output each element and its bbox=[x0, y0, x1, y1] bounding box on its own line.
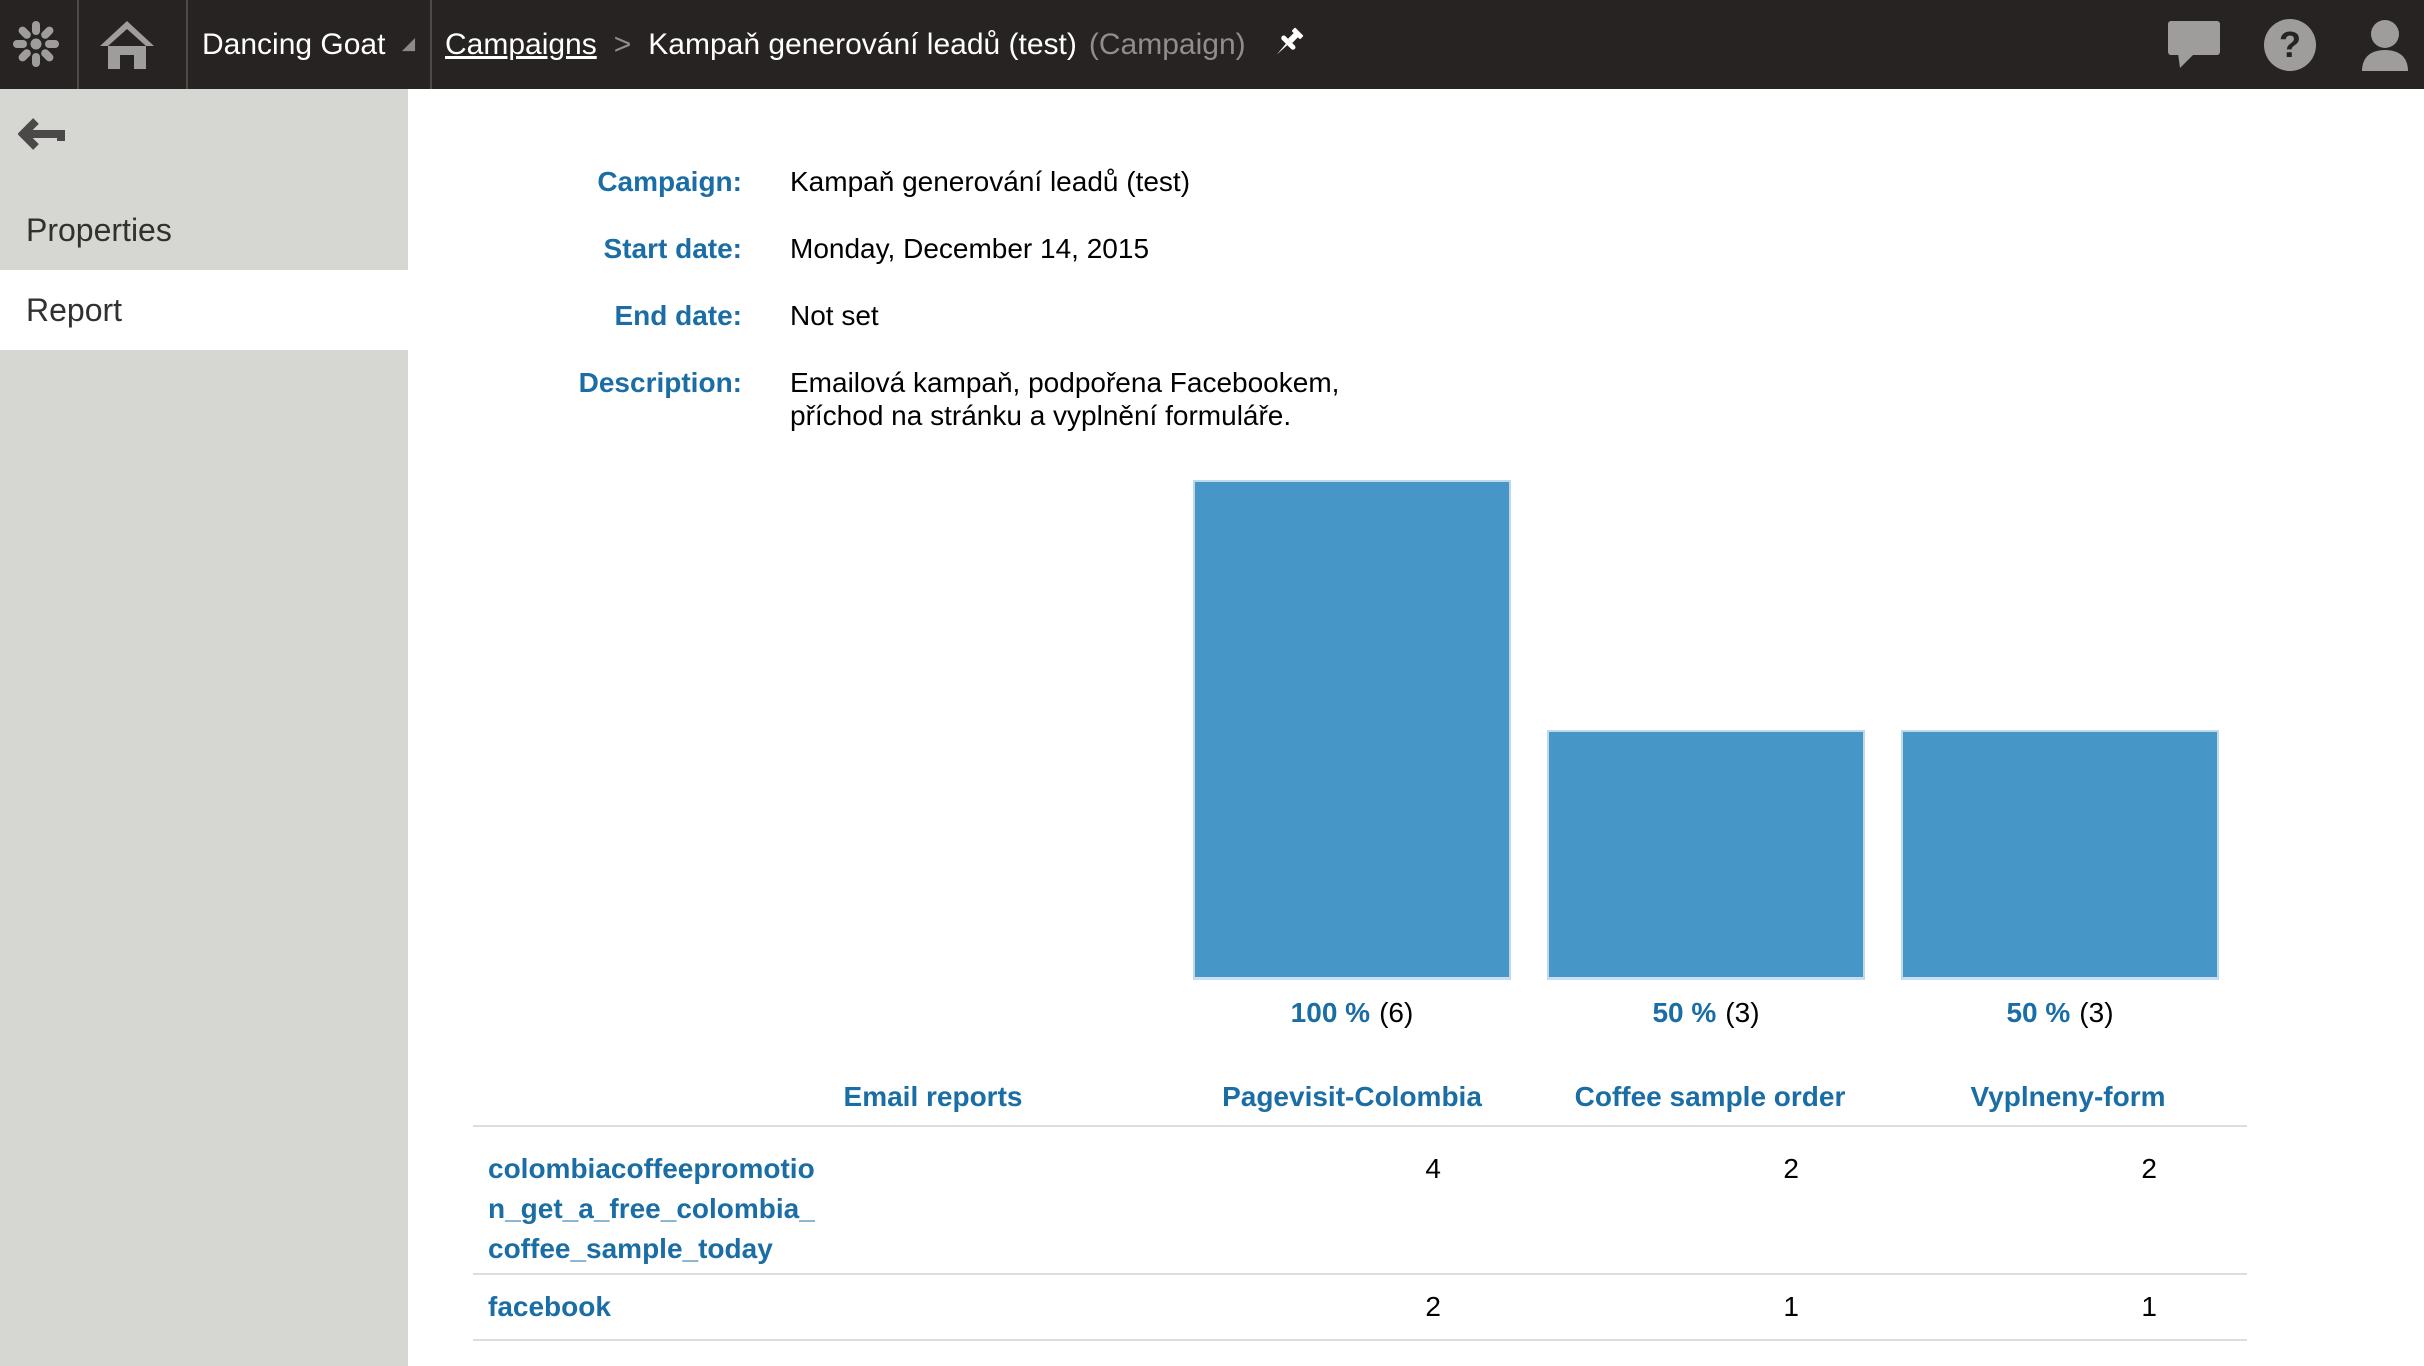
column-header-coffee-sample-order: Coffee sample order bbox=[1531, 1072, 1889, 1126]
bar-label: 50 % (3) bbox=[1547, 996, 1865, 1029]
sidebar-item-report[interactable]: Report bbox=[0, 270, 408, 350]
bar-coffee-sample-order bbox=[1547, 730, 1865, 980]
topbar-separator bbox=[430, 0, 432, 89]
report-link-facebook[interactable]: facebook bbox=[488, 1287, 822, 1327]
chart-column bbox=[1547, 480, 1865, 980]
bar-vyplneny-form bbox=[1901, 730, 2219, 980]
chart-labels-row: 100 % (6) 50 % (3) 50 % (3) bbox=[1193, 996, 2219, 1029]
chart-column bbox=[1901, 480, 2219, 980]
bar-count: (3) bbox=[2079, 997, 2113, 1028]
value-cell: 2 bbox=[1173, 1274, 1531, 1340]
field-value: Not set bbox=[790, 299, 879, 332]
top-bar: Dancing Goat Campaigns > Kampaň generová… bbox=[0, 0, 2424, 89]
field-label: Start date: bbox=[408, 232, 742, 265]
topbar-separator bbox=[77, 0, 79, 89]
help-icon[interactable]: ? bbox=[2264, 19, 2316, 71]
conversion-bar-chart bbox=[1193, 480, 2219, 980]
topbar-right-icons: ? bbox=[2168, 0, 2424, 89]
breadcrumb-page-type: (Campaign) bbox=[1089, 28, 1246, 62]
home-icon[interactable] bbox=[100, 21, 154, 69]
sidebar-item-label: Properties bbox=[26, 212, 172, 248]
report-link-colombiacoffeepromotion[interactable]: colombiacoffeepromotion_get_a_free_colom… bbox=[488, 1149, 822, 1269]
field-start-date: Start date: Monday, December 14, 2015 bbox=[408, 232, 2424, 265]
table-row: colombiacoffeepromotion_get_a_free_colom… bbox=[473, 1126, 2247, 1274]
back-arrow-icon[interactable] bbox=[18, 117, 68, 155]
breadcrumb-separator: > bbox=[614, 28, 632, 62]
user-account-icon[interactable] bbox=[2360, 19, 2410, 71]
value-cell: 2 bbox=[1889, 1126, 2247, 1274]
bar-percent: 50 % bbox=[2006, 997, 2070, 1028]
field-value: Emailová kampaň, podpořena Facebookem, p… bbox=[790, 366, 1370, 432]
question-mark-glyph: ? bbox=[2279, 24, 2301, 66]
sidebar-item-label: Report bbox=[26, 292, 122, 328]
table-row: facebook 2 1 1 bbox=[473, 1274, 2247, 1340]
column-header-email-reports: Email reports bbox=[473, 1072, 1173, 1126]
pushpin-icon[interactable] bbox=[1268, 19, 1312, 71]
sidebar: Properties Report bbox=[0, 89, 408, 1366]
report-name-cell: facebook bbox=[473, 1274, 1173, 1340]
bar-pagevisit-colombia bbox=[1193, 480, 1511, 980]
value-cell: 1 bbox=[1531, 1274, 1889, 1340]
value-cell: 4 bbox=[1173, 1126, 1531, 1274]
value-cell: 2 bbox=[1531, 1126, 1889, 1274]
bar-count: (6) bbox=[1379, 997, 1413, 1028]
field-campaign: Campaign: Kampaň generování leadů (test) bbox=[408, 165, 2424, 198]
site-selector[interactable]: Dancing Goat bbox=[202, 0, 416, 89]
site-selector-label: Dancing Goat bbox=[202, 28, 385, 62]
field-value: Monday, December 14, 2015 bbox=[790, 232, 1149, 265]
bar-label: 50 % (3) bbox=[1901, 996, 2219, 1029]
field-label: Description: bbox=[408, 366, 742, 432]
column-header-pagevisit-colombia: Pagevisit-Colombia bbox=[1173, 1072, 1531, 1126]
topbar-separator bbox=[186, 0, 188, 89]
sidebar-item-properties[interactable]: Properties bbox=[0, 190, 408, 270]
field-end-date: End date: Not set bbox=[408, 299, 2424, 332]
field-value: Kampaň generování leadů (test) bbox=[790, 165, 1190, 198]
field-label: End date: bbox=[408, 299, 742, 332]
caret-down-icon bbox=[401, 37, 416, 52]
value-cell: 1 bbox=[1889, 1274, 2247, 1340]
field-description: Description: Emailová kampaň, podpořena … bbox=[408, 366, 2424, 432]
bar-count: (3) bbox=[1725, 997, 1759, 1028]
report-name-cell: colombiacoffeepromotion_get_a_free_colom… bbox=[473, 1126, 1173, 1274]
breadcrumb: Campaigns > Kampaň generování leadů (tes… bbox=[445, 0, 1312, 89]
chat-bubble-icon[interactable] bbox=[2168, 21, 2220, 69]
breadcrumb-campaigns-link[interactable]: Campaigns bbox=[445, 28, 597, 62]
column-header-vyplneny-form: Vyplneny-form bbox=[1889, 1072, 2247, 1126]
chart-column bbox=[1193, 480, 1511, 980]
email-reports-table: Email reports Pagevisit-Colombia Coffee … bbox=[473, 1072, 2247, 1341]
field-label: Campaign: bbox=[408, 165, 742, 198]
table-header-row: Email reports Pagevisit-Colombia Coffee … bbox=[473, 1072, 2247, 1126]
kentico-spinner-icon[interactable] bbox=[8, 16, 64, 72]
bar-percent: 100 % bbox=[1291, 997, 1370, 1028]
bar-label: 100 % (6) bbox=[1193, 996, 1511, 1029]
sidebar-nav: Properties Report bbox=[0, 190, 408, 350]
bar-percent: 50 % bbox=[1652, 997, 1716, 1028]
breadcrumb-page-title: Kampaň generování leadů (test) bbox=[648, 28, 1077, 62]
